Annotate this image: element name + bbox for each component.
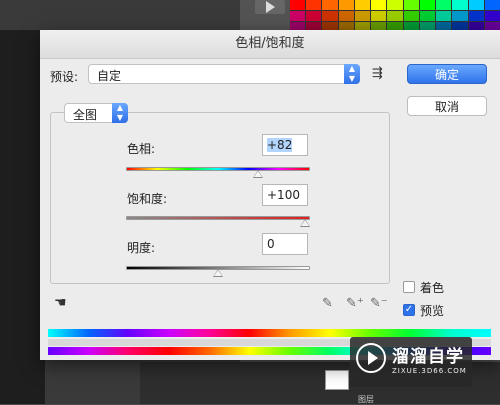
color-swatch[interactable] (322, 11, 338, 21)
color-swatch[interactable] (371, 0, 387, 10)
preview-label: 预览 (420, 304, 445, 318)
lightness-input[interactable]: 0 (262, 233, 308, 255)
play-icon[interactable] (255, 0, 285, 14)
color-swatch[interactable] (452, 0, 468, 10)
color-swatch[interactable] (387, 11, 403, 21)
color-swatch[interactable] (403, 11, 419, 21)
color-swatch[interactable] (354, 11, 371, 21)
hue-value: +82 (267, 138, 293, 152)
color-swatch[interactable] (419, 0, 436, 10)
color-swatch[interactable] (290, 0, 306, 10)
layer-label: 图层 (358, 395, 374, 404)
ok-button[interactable]: 确定 (407, 64, 487, 84)
preview-checkbox[interactable]: ✓ (403, 304, 415, 316)
targeted-adjustment-hand-icon[interactable]: ☚ (54, 295, 67, 311)
color-swatch[interactable] (468, 0, 484, 10)
preset-options-icon[interactable]: ⇶ (372, 66, 383, 81)
eyedropper-icon[interactable]: ✎ (322, 296, 333, 311)
layer-thumbnail[interactable] (325, 370, 349, 390)
color-swatch[interactable] (306, 11, 322, 21)
color-swatch[interactable] (484, 11, 500, 21)
color-swatch[interactable] (354, 0, 371, 10)
color-swatch[interactable] (419, 11, 436, 21)
hue-slider-track[interactable] (126, 167, 310, 171)
color-swatch[interactable] (436, 11, 452, 21)
color-swatch[interactable] (452, 11, 468, 21)
document-canvas (0, 30, 45, 404)
adjustment-group (50, 112, 390, 284)
color-swatch[interactable] (322, 0, 338, 10)
hue-saturation-dialog: 色相/饱和度 预设: 自定 ▲ ▼ ⇶ 确定 取消 全图 ▲ ▼ 色相: +82 饱… (40, 30, 500, 360)
play-logo-icon (356, 343, 386, 373)
hue-input[interactable]: +82 (262, 134, 308, 156)
eyedropper-add-icon[interactable]: ✎⁺ (346, 296, 364, 311)
saturation-slider-track[interactable] (126, 216, 310, 220)
preset-value: 自定 (97, 69, 122, 83)
color-swatch[interactable] (468, 11, 484, 21)
swatches-panel[interactable] (290, 0, 500, 32)
channel-value: 全图 (73, 108, 98, 122)
colorize-label: 着色 (420, 281, 445, 295)
watermark: 溜溜自学 ZIXUE.3D66.COM (350, 337, 472, 387)
color-swatch[interactable] (436, 0, 452, 10)
color-swatch[interactable] (403, 0, 419, 10)
saturation-slider-thumb[interactable] (300, 219, 310, 227)
channel-select[interactable]: 全图 ▲ ▼ (64, 103, 128, 123)
color-swatch[interactable] (387, 0, 403, 10)
saturation-input[interactable]: +100 (262, 184, 308, 206)
input-color-spectrum (48, 329, 491, 337)
dialog-title: 色相/饱和度 (40, 30, 500, 59)
color-swatch[interactable] (338, 11, 354, 21)
watermark-url: ZIXUE.3D66.COM (392, 367, 467, 375)
lightness-slider-thumb[interactable] (213, 269, 223, 277)
hue-label: 色相: (127, 142, 156, 156)
hue-slider-thumb[interactable] (253, 170, 264, 178)
color-swatch[interactable] (371, 11, 387, 21)
popup-arrows-icon: ▲ ▼ (112, 103, 128, 123)
popup-arrows-icon: ▲ ▼ (344, 64, 360, 84)
color-swatch[interactable] (338, 0, 354, 10)
preset-select[interactable]: 自定 ▲ ▼ (88, 64, 360, 84)
colorize-checkbox[interactable] (403, 281, 415, 293)
cancel-button[interactable]: 取消 (407, 96, 487, 116)
color-swatch[interactable] (290, 11, 306, 21)
color-swatch[interactable] (306, 0, 322, 10)
eyedropper-subtract-icon[interactable]: ✎⁻ (370, 296, 388, 311)
watermark-name: 溜溜自学 (392, 347, 464, 367)
preset-label: 预设: (50, 70, 79, 84)
saturation-label: 饱和度: (127, 192, 168, 206)
color-swatch[interactable] (484, 0, 500, 10)
lightness-label: 明度: (127, 241, 156, 255)
